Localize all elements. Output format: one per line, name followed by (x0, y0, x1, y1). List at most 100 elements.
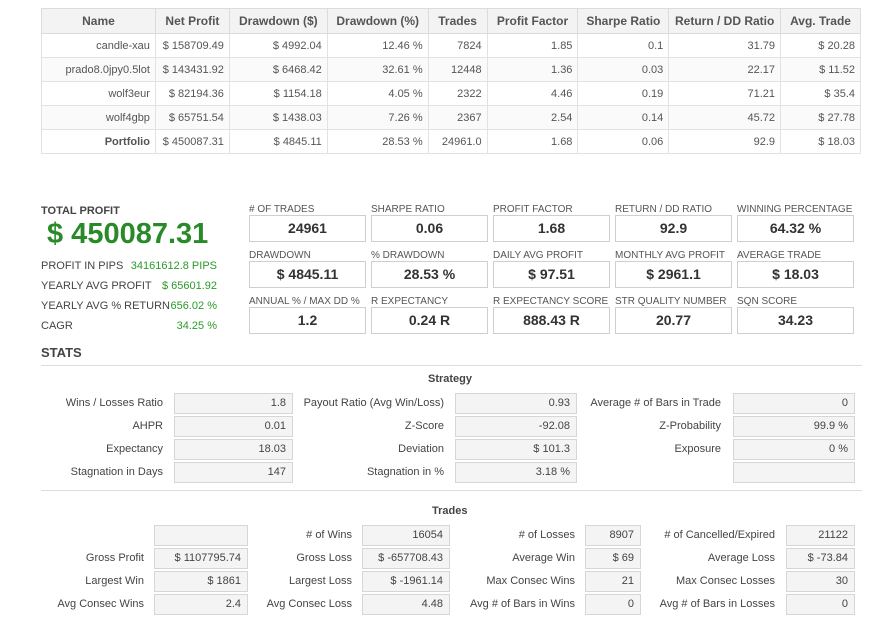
trade-value: 21122 (786, 525, 855, 546)
summary-value: 656.02 % (170, 300, 217, 312)
kpi-label: MONTHLY AVG PROFIT (615, 250, 726, 261)
kpi-return-dd-ratio: RETURN / DD RATIO 92.9 (615, 204, 732, 242)
kpi-pct-drawdown: % DRAWDOWN 28.53 % (371, 250, 488, 288)
summary-row-cagr: CAGR 34.25 % (41, 320, 217, 332)
trade-value: 0 (786, 594, 855, 615)
stat-label: Z-Probability (659, 420, 721, 432)
cell: $ 4992.04 (228, 33, 328, 58)
cell: 0.03 (577, 57, 670, 82)
cell: 0.06 (577, 129, 670, 154)
summary-row-yearly-profit: YEARLY AVG PROFIT $ 65601.92 (41, 280, 217, 292)
col-net-profit[interactable]: Net Profit (154, 8, 230, 34)
col-return-dd-ratio[interactable]: Return / DD Ratio (668, 8, 782, 34)
kpi-value: 34.23 (737, 307, 854, 334)
kpi-value: 0.06 (371, 215, 488, 242)
col-profit-factor[interactable]: Profit Factor (486, 8, 579, 34)
cell: 28.53 % (326, 129, 429, 154)
cell: 32.61 % (326, 57, 429, 82)
kpi-value: 92.9 (615, 215, 732, 242)
trade-label: Avg # of Bars in Wins (470, 598, 575, 610)
cell: 7.26 % (326, 105, 429, 130)
cell: $ 4845.11 (228, 129, 328, 154)
kpi-label: R EXPECTANCY (371, 296, 449, 307)
stat-value: 18.03 (174, 439, 293, 460)
summary-value: $ 65601.92 (161, 280, 217, 292)
trade-value: $ -657708.43 (362, 548, 450, 569)
kpi-label: WINNING PERCENTAGE (737, 204, 853, 215)
stat-label: Expectancy (106, 443, 163, 455)
cell: $ 143431.92 (154, 57, 230, 82)
col-drawdown-pct[interactable]: Drawdown (%) (326, 8, 429, 34)
kpi-value: 0.24 R (371, 307, 488, 334)
col-sharpe-ratio[interactable]: Sharpe Ratio (577, 8, 670, 34)
total-profit-label: TOTAL PROFIT (41, 205, 120, 217)
cell: 0.1 (577, 33, 670, 58)
trade-label: Average Loss (707, 552, 775, 564)
trades-section-title: Trades (432, 505, 468, 517)
col-avg-trade[interactable]: Avg. Trade (780, 8, 861, 34)
kpi-label: SHARPE RATIO (371, 204, 445, 215)
cell: wolf4gbp (41, 105, 156, 130)
trade-value: $ -1961.14 (362, 571, 450, 592)
summary-row-yearly-return: YEARLY AVG % RETURN 656.02 % (41, 300, 217, 312)
kpi-label: R EXPECTANCY SCORE (493, 296, 609, 307)
cell: 22.17 (668, 57, 782, 82)
cell: 71.21 (668, 81, 782, 106)
cell: 7824 (427, 33, 488, 58)
kpi-label: STR QUALITY NUMBER (615, 296, 727, 307)
kpi-value: 20.77 (615, 307, 732, 334)
stat-value: 147 (174, 462, 293, 483)
cell: candle-xau (41, 33, 156, 58)
kpi-label: AVERAGE TRADE (737, 250, 822, 261)
stat-value: 0 % (733, 439, 855, 460)
stat-value: -92.08 (455, 416, 577, 437)
trade-label: Avg # of Bars in Losses (659, 598, 775, 610)
summary-label: YEARLY AVG % RETURN (41, 300, 170, 312)
table-row: wolf4gbp $ 65751.54 $ 1438.03 7.26 % 236… (41, 105, 861, 130)
cell: 12.46 % (326, 33, 429, 58)
trade-label: # of Wins (306, 529, 352, 541)
kpi-value: 24961 (249, 215, 366, 242)
kpi-label: DRAWDOWN (249, 250, 311, 261)
cell: $ 6468.42 (228, 57, 328, 82)
kpi-value: $ 18.03 (737, 261, 854, 288)
kpi-monthly-avg-profit: MONTHLY AVG PROFIT $ 2961.1 (615, 250, 732, 288)
kpi-value: 888.43 R (493, 307, 610, 334)
cell: $ 11.52 (780, 57, 861, 82)
cell: $ 1154.18 (228, 81, 328, 106)
cell: Portfolio (41, 129, 156, 154)
stat-value: 99.9 % (733, 416, 855, 437)
col-name[interactable]: Name (41, 8, 156, 34)
kpi-value: $ 2961.1 (615, 261, 732, 288)
cell: 92.9 (668, 129, 782, 154)
cell: 45.72 (668, 105, 782, 130)
cell: 1.85 (486, 33, 579, 58)
cell: 1.36 (486, 57, 579, 82)
kpi-r-expectancy-score: R EXPECTANCY SCORE 888.43 R (493, 296, 610, 334)
stat-label: Wins / Losses Ratio (65, 397, 163, 409)
stat-value-empty (733, 462, 855, 483)
portfolio-table: Name Net Profit Drawdown ($) Drawdown (%… (41, 8, 861, 154)
summary-value: 34161612.8 PIPS (130, 260, 217, 272)
kpi-value: 64.32 % (737, 215, 854, 242)
cell: 24961.0 (427, 129, 488, 154)
strategy-section-title: Strategy (428, 373, 473, 385)
kpi-num-trades: # OF TRADES 24961 (249, 204, 366, 242)
cell: wolf3eur (41, 81, 156, 106)
cell: 2.54 (486, 105, 579, 130)
col-drawdown-usd[interactable]: Drawdown ($) (228, 8, 328, 34)
cell: 2367 (427, 105, 488, 130)
stat-label: Stagnation in Days (70, 466, 163, 478)
kpi-label: # OF TRADES (249, 204, 315, 215)
kpi-label: % DRAWDOWN (371, 250, 445, 261)
summary-row-pips: PROFIT IN PIPS 34161612.8 PIPS (41, 260, 217, 272)
kpi-annual-max-dd: ANNUAL % / MAX DD % 1.2 (249, 296, 366, 334)
kpi-label: ANNUAL % / MAX DD % (249, 296, 360, 307)
col-trades[interactable]: Trades (427, 8, 488, 34)
cell: 31.79 (668, 33, 782, 58)
trade-value: $ 1861 (154, 571, 248, 592)
stat-label: Deviation (398, 443, 444, 455)
kpi-value: 1.2 (249, 307, 366, 334)
summary-label: PROFIT IN PIPS (41, 260, 124, 272)
trade-value: 8907 (585, 525, 641, 546)
